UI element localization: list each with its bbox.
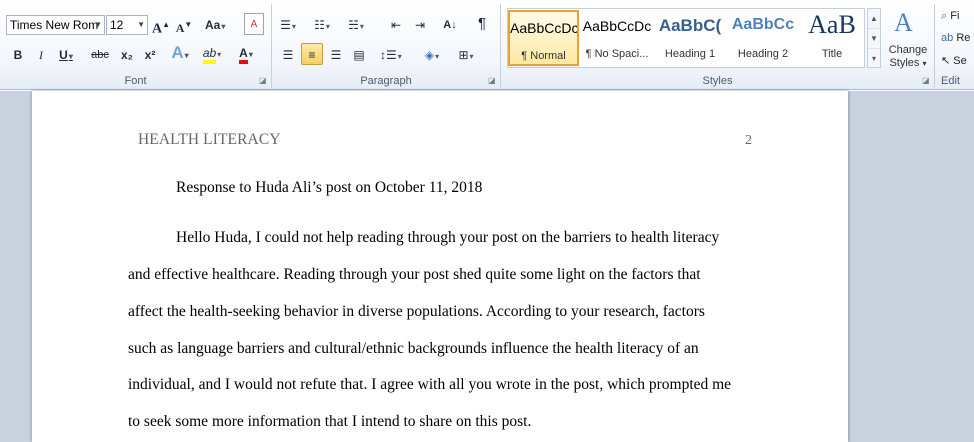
- align-center-icon: ≡: [308, 48, 316, 62]
- decrease-indent-icon: ⇤: [390, 18, 402, 32]
- multilevel-list-icon: ☵: [348, 18, 359, 32]
- borders-button[interactable]: ⊞▾: [456, 44, 476, 66]
- editing-group-label: Edit: [941, 75, 960, 87]
- show-formatting-button[interactable]: ¶: [472, 13, 492, 35]
- numbered-list-icon: ☷: [314, 18, 325, 32]
- subscript-icon: x₂: [120, 48, 133, 62]
- justify-icon: ▤: [353, 48, 365, 62]
- eraser-icon: A: [250, 19, 258, 30]
- document-page[interactable]: HEALTH LITERACY 2 Response to Huda Ali’s…: [32, 91, 848, 442]
- line-spacing-icon: ↕☰: [380, 48, 397, 62]
- decrease-indent-button[interactable]: ⇤: [386, 14, 406, 36]
- multilevel-list-button[interactable]: ☵▾: [346, 14, 366, 36]
- font-dialog-launcher-icon[interactable]: ◪: [259, 77, 267, 85]
- bold-button[interactable]: B: [8, 44, 28, 66]
- document-line: individual, and I would not refute that.…: [128, 376, 732, 393]
- pilcrow-icon: ¶: [477, 15, 487, 32]
- bullet-list-icon: ☰: [280, 18, 291, 32]
- binoculars-icon: ⌕: [941, 10, 948, 22]
- change-case-icon: Aa: [205, 18, 221, 32]
- page-header: HEALTH LITERACY: [138, 131, 281, 148]
- strikethrough-icon: abc: [91, 49, 109, 61]
- sort-button[interactable]: A↓: [440, 14, 460, 36]
- shading-button[interactable]: ◈▾: [422, 44, 442, 66]
- center-button[interactable]: ≡: [301, 43, 323, 65]
- font-name-combo[interactable]: Times New Rom ▼: [6, 15, 105, 35]
- font-size-value: 12: [110, 18, 124, 32]
- document-line: to seek some more information that I int…: [128, 413, 532, 430]
- font-group-label: Font: [124, 75, 147, 87]
- italic-button[interactable]: I: [31, 44, 51, 66]
- styles-group-label: Styles: [702, 75, 733, 87]
- superscript-button[interactable]: x²: [140, 44, 160, 66]
- clear-formatting-button[interactable]: A: [244, 13, 264, 35]
- underline-button[interactable]: U▾: [56, 44, 76, 66]
- paint-bucket-icon: ◈: [424, 48, 435, 62]
- borders-icon: ⊞: [458, 48, 469, 62]
- ribbon: Times New Rom ▼ 12 ▼ A▲ A▼ Aa▾ A B I U▾ …: [0, 0, 974, 90]
- bullets-button[interactable]: ☰▾: [278, 14, 298, 36]
- subscript-button[interactable]: x₂: [117, 44, 137, 66]
- justify-button[interactable]: ▤: [349, 44, 369, 66]
- highlighter-icon: ab: [202, 46, 217, 64]
- highlight-button[interactable]: ab▾: [202, 42, 222, 64]
- font-name-value: Times New Rom: [10, 18, 99, 32]
- replace-button[interactable]: ab Re: [941, 32, 970, 44]
- numbering-button[interactable]: ☷▾: [312, 14, 332, 36]
- superscript-icon: x²: [144, 48, 156, 62]
- styles-group: Styles ◪: [501, 0, 934, 90]
- font-group: Times New Rom ▼ 12 ▼ A▲ A▼ Aa▾ A B I U▾ …: [0, 0, 271, 90]
- styles-dialog-launcher-icon[interactable]: ◪: [922, 77, 930, 85]
- align-right-button[interactable]: ☰: [326, 44, 346, 66]
- cursor-icon: ↖: [941, 55, 951, 67]
- font-color-icon: A: [239, 46, 248, 64]
- document-line: affect the health-seeking behavior in di…: [128, 303, 705, 320]
- editing-group: ⌕ Fi ab Re ↖ Se Edit: [935, 0, 974, 90]
- increase-indent-button[interactable]: ⇥: [410, 14, 430, 36]
- bold-icon: B: [13, 48, 23, 62]
- strikethrough-button[interactable]: abc: [90, 44, 110, 66]
- document-line: such as language barriers and cultural/e…: [128, 340, 699, 357]
- text-effects-icon: A: [171, 43, 184, 62]
- grow-font-button[interactable]: A▲: [151, 14, 171, 37]
- replace-icon: ab: [941, 32, 954, 44]
- document-line: Hello Huda, I could not help reading thr…: [176, 229, 720, 246]
- underline-icon: U: [59, 48, 68, 62]
- select-button[interactable]: ↖ Se: [941, 54, 967, 67]
- change-case-button[interactable]: Aa▾: [205, 14, 225, 36]
- align-left-icon: ☰: [282, 48, 294, 62]
- document-line: and effective healthcare. Reading throug…: [128, 266, 701, 283]
- font-color-button[interactable]: A▾: [236, 42, 256, 64]
- font-size-combo[interactable]: 12 ▼: [106, 15, 148, 35]
- align-right-icon: ☰: [330, 48, 342, 62]
- increase-indent-icon: ⇥: [414, 18, 426, 32]
- find-button[interactable]: ⌕ Fi: [941, 10, 959, 23]
- sort-az-icon: A↓: [443, 19, 457, 31]
- document-line: Response to Huda Ali’s post on October 1…: [176, 179, 483, 196]
- line-spacing-button[interactable]: ↕☰▾: [380, 44, 402, 66]
- paragraph-dialog-launcher-icon[interactable]: ◪: [488, 77, 496, 85]
- italic-icon: I: [39, 48, 43, 62]
- grow-font-icon: A: [151, 21, 163, 37]
- chevron-down-icon: ▼: [137, 20, 145, 29]
- paragraph-group-label: Paragraph: [360, 75, 412, 87]
- chevron-down-icon: ▼: [94, 20, 102, 29]
- align-left-button[interactable]: ☰: [278, 44, 298, 66]
- text-effects-button[interactable]: A▾: [170, 42, 190, 64]
- shrink-font-button[interactable]: A▼: [174, 14, 194, 36]
- page-number: 2: [745, 133, 752, 148]
- paragraph-group: ☰▾ ☷▾ ☵▾ ⇤ ⇥ A↓ ¶ ☰ ≡ ☰ ▤ ↕☰▾ ◈▾ ⊞▾ Para…: [272, 0, 500, 90]
